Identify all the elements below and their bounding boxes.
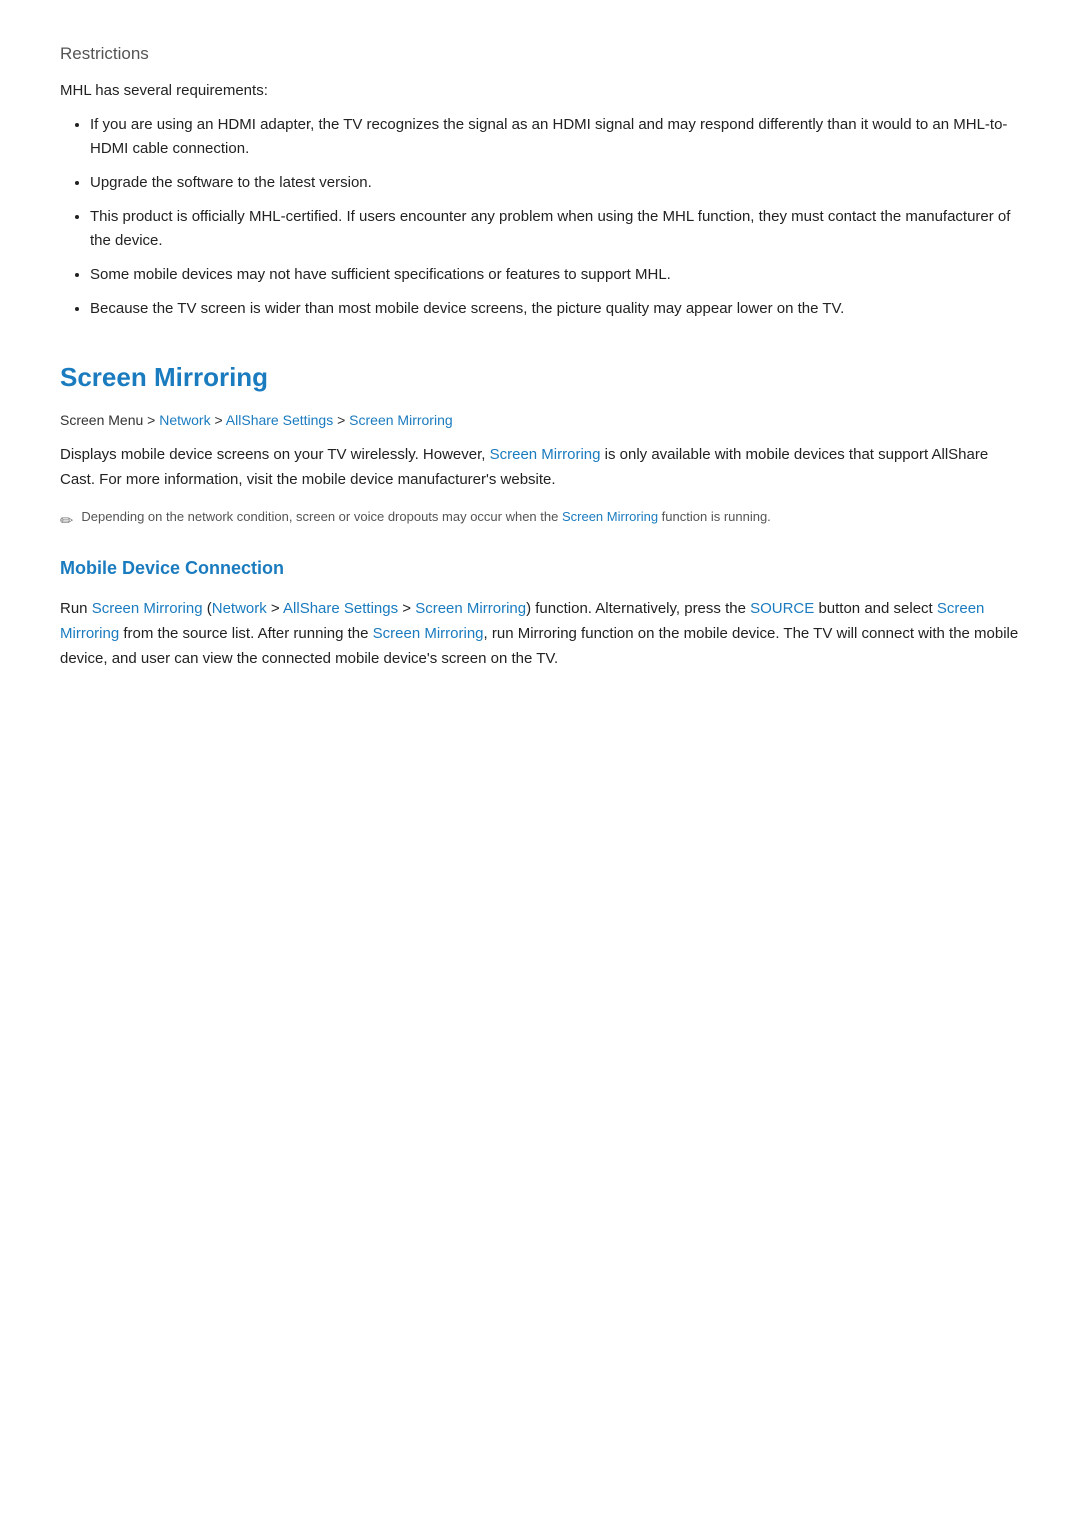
- screen-mirroring-description: Displays mobile device screens on your T…: [60, 443, 1020, 493]
- list-item: Because the TV screen is wider than most…: [90, 297, 1020, 321]
- list-item: This product is officially MHL-certified…: [90, 205, 1020, 253]
- screen-mirroring-inline-link-1[interactable]: Screen Mirroring: [490, 446, 601, 463]
- mobile-device-connection-text: Run Screen Mirroring (Network > AllShare…: [60, 597, 1020, 671]
- list-item: Upgrade the software to the latest versi…: [90, 171, 1020, 195]
- breadcrumb-prefix: Screen Menu: [60, 412, 143, 428]
- pencil-icon: ✏: [60, 509, 73, 535]
- mdc-source-link[interactable]: SOURCE: [750, 600, 814, 617]
- mdc-separator-2: >: [398, 600, 415, 617]
- mdc-text-3: ) function. Alternatively, press the: [526, 600, 750, 617]
- mdc-separator-1: >: [267, 600, 283, 617]
- list-item: If you are using an HDMI adapter, the TV…: [90, 113, 1020, 161]
- mdc-text-5: from the source list. After running the: [119, 625, 372, 642]
- list-item: Some mobile devices may not have suffici…: [90, 263, 1020, 287]
- breadcrumb-network-link[interactable]: Network: [159, 412, 210, 428]
- restrictions-heading: Restrictions: [60, 40, 1020, 67]
- note-text-end: function is running.: [658, 509, 771, 524]
- mobile-device-connection-section: Mobile Device Connection Run Screen Mirr…: [60, 554, 1020, 671]
- mdc-screen-mirroring-link-2[interactable]: Screen Mirroring: [415, 600, 526, 617]
- mdc-network-link[interactable]: Network: [212, 600, 267, 617]
- restrictions-section: Restrictions MHL has several requirement…: [60, 40, 1020, 321]
- breadcrumb-separator: >: [215, 412, 226, 428]
- mdc-text-2: (: [203, 600, 212, 617]
- mdc-text-1: Run: [60, 600, 92, 617]
- mhl-intro-text: MHL has several requirements:: [60, 79, 1020, 103]
- note-text-start: Depending on the network condition, scre…: [81, 509, 562, 524]
- breadcrumb-screen-mirroring-link[interactable]: Screen Mirroring: [349, 412, 452, 428]
- note-text: Depending on the network condition, scre…: [81, 507, 770, 527]
- screen-mirroring-title: Screen Mirroring: [60, 357, 1020, 399]
- mobile-device-connection-heading: Mobile Device Connection: [60, 554, 1020, 583]
- mdc-screen-mirroring-link-1[interactable]: Screen Mirroring: [92, 600, 203, 617]
- screen-mirroring-section: Screen Mirroring Screen Menu > Network >…: [60, 357, 1020, 534]
- mdc-screen-mirroring-link-4[interactable]: Screen Mirroring: [373, 625, 484, 642]
- breadcrumb: Screen Menu > Network > AllShare Setting…: [60, 409, 1020, 431]
- note-box: ✏ Depending on the network condition, sc…: [60, 507, 1020, 535]
- description-text-1: Displays mobile device screens on your T…: [60, 446, 490, 463]
- mdc-allshare-link[interactable]: AllShare Settings: [283, 600, 398, 617]
- mdc-text-4: button and select: [814, 600, 937, 617]
- breadcrumb-separator: >: [147, 412, 159, 428]
- restrictions-bullet-list: If you are using an HDMI adapter, the TV…: [90, 113, 1020, 321]
- screen-mirroring-note-link[interactable]: Screen Mirroring: [562, 509, 658, 524]
- breadcrumb-separator: >: [337, 412, 349, 428]
- breadcrumb-allshare-link[interactable]: AllShare Settings: [226, 412, 333, 428]
